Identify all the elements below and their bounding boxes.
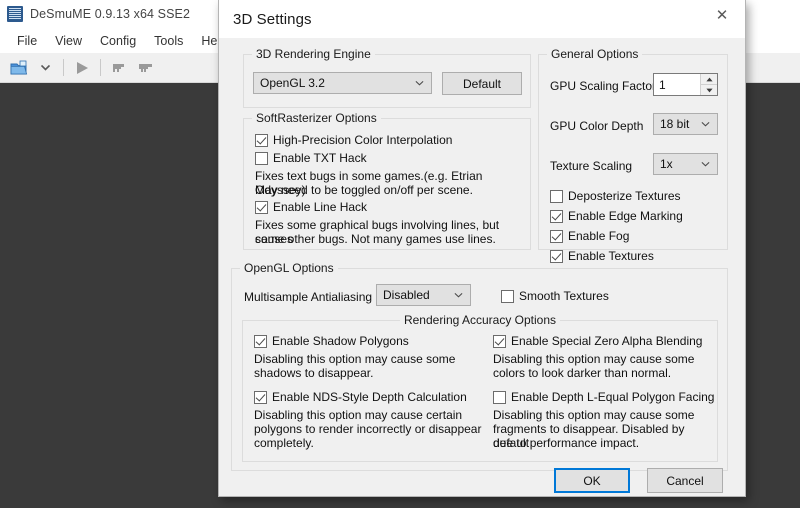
checkbox-enable-shadow-polygons[interactable]: Enable Shadow Polygons — [254, 334, 409, 348]
gpu-color-depth-label: GPU Color Depth — [550, 119, 643, 133]
chevron-down-icon — [701, 160, 710, 169]
cancel-button[interactable]: Cancel — [647, 468, 723, 493]
shadow-polygons-description-line-2: shadows to disappear. — [254, 366, 373, 380]
multisample-antialiasing-value: Disabled — [383, 288, 430, 302]
toolbar-separator — [63, 59, 64, 76]
checkbox-box[interactable] — [550, 230, 563, 243]
save-state-icon[interactable] — [106, 56, 132, 80]
checkbox-label: Smooth Textures — [519, 289, 609, 303]
stepper-arrows[interactable] — [700, 74, 717, 95]
menu-item-file[interactable]: File — [8, 30, 46, 52]
ok-button[interactable]: OK — [554, 468, 630, 493]
group-legend: General Options — [547, 47, 642, 61]
checkbox-label: Enable Line Hack — [273, 200, 367, 214]
group-legend: OpenGL Options — [240, 261, 338, 275]
checkbox-high-precision-color-interpolation[interactable]: High-Precision Color Interpolation — [255, 133, 452, 147]
group-legend: Rendering Accuracy Options — [400, 313, 560, 327]
checkbox-label: Enable Depth L-Equal Polygon Facing — [511, 390, 714, 404]
nds-depth-description-line-1: Disabling this option may cause certain — [254, 408, 462, 422]
dialog-body: 3D Rendering Engine OpenGL 3.2 Default S… — [219, 38, 745, 496]
checkbox-smooth-textures[interactable]: Smooth Textures — [501, 289, 609, 303]
checkbox-enable-fog[interactable]: Enable Fog — [550, 229, 629, 243]
depth-lequal-description-line-3: due to performance impact. — [493, 436, 639, 450]
checkbox-label: Enable TXT Hack — [273, 151, 367, 165]
rendering-engine-select[interactable]: OpenGL 3.2 — [253, 72, 432, 94]
txt-hack-description-line-2: May need to be toggled on/off per scene. — [255, 183, 473, 197]
chevron-down-icon — [701, 120, 710, 129]
stepper-up-icon[interactable] — [701, 74, 717, 85]
toolbar-separator — [100, 59, 101, 76]
group-rendering-accuracy-options: Rendering Accuracy Options Enable Shadow… — [242, 320, 718, 462]
gpu-scaling-factor-label: GPU Scaling Factor — [550, 79, 656, 93]
close-icon[interactable]: ✕ — [699, 0, 745, 30]
checkbox-deposterize-textures[interactable]: Deposterize Textures — [550, 189, 681, 203]
chevron-down-icon — [415, 79, 424, 88]
checkbox-label: Enable Special Zero Alpha Blending — [511, 334, 702, 348]
checkbox-enable-special-zero-alpha-blending[interactable]: Enable Special Zero Alpha Blending — [493, 334, 702, 348]
checkbox-box[interactable] — [255, 152, 268, 165]
nds-depth-description-line-3: completely. — [254, 436, 314, 450]
checkbox-label: Enable Textures — [568, 249, 654, 263]
multisample-antialiasing-label: Multisample Antialiasing — [244, 290, 372, 304]
checkbox-box[interactable] — [255, 201, 268, 214]
checkbox-enable-line-hack[interactable]: Enable Line Hack — [255, 200, 367, 214]
menu-item-tools[interactable]: Tools — [145, 30, 192, 52]
checkbox-box[interactable] — [493, 335, 506, 348]
checkbox-box[interactable] — [550, 210, 563, 223]
menu-item-view[interactable]: View — [46, 30, 91, 52]
group-3d-rendering-engine: 3D Rendering Engine OpenGL 3.2 Default — [243, 54, 531, 108]
checkbox-box[interactable] — [493, 391, 506, 404]
stepper-down-icon[interactable] — [701, 85, 717, 95]
chevron-down-icon — [454, 291, 463, 300]
dialog-title: 3D Settings — [233, 11, 312, 28]
default-button[interactable]: Default — [442, 72, 522, 95]
group-legend: 3D Rendering Engine — [252, 47, 375, 61]
desmume-app-icon — [7, 6, 23, 22]
load-state-icon[interactable] — [132, 56, 158, 80]
open-rom-dropdown-icon[interactable] — [32, 56, 58, 80]
multisample-antialiasing-select[interactable]: Disabled — [376, 284, 471, 306]
group-opengl-options: OpenGL Options Multisample Antialiasing … — [231, 268, 728, 471]
checkbox-enable-depth-lequal-polygon-facing[interactable]: Enable Depth L-Equal Polygon Facing — [493, 390, 714, 404]
checkbox-enable-nds-style-depth-calculation[interactable]: Enable NDS-Style Depth Calculation — [254, 390, 467, 404]
app-window-title: DeSmuME 0.9.13 x64 SSE2 — [30, 7, 190, 21]
gpu-scaling-factor-stepper[interactable]: 1 — [653, 73, 718, 96]
depth-lequal-description-line-1: Disabling this option may cause some — [493, 408, 694, 422]
nds-depth-description-line-2: polygons to render incorrectly or disapp… — [254, 422, 481, 436]
texture-scaling-value: 1x — [660, 157, 673, 171]
zero-alpha-description-line-1: Disabling this option may cause some — [493, 352, 694, 366]
dialog-titlebar: 3D Settings ✕ — [219, 0, 745, 38]
checkbox-label: Enable NDS-Style Depth Calculation — [272, 390, 467, 404]
checkbox-enable-textures[interactable]: Enable Textures — [550, 249, 654, 263]
checkbox-label: High-Precision Color Interpolation — [273, 133, 452, 147]
texture-scaling-label: Texture Scaling — [550, 159, 632, 173]
line-hack-description-line-2: some other bugs. Not many games use line… — [255, 232, 496, 246]
checkbox-enable-edge-marking[interactable]: Enable Edge Marking — [550, 209, 683, 223]
menu-item-config[interactable]: Config — [91, 30, 145, 52]
shadow-polygons-description-line-1: Disabling this option may cause some — [254, 352, 455, 366]
checkbox-box[interactable] — [501, 290, 514, 303]
group-legend: SoftRasterizer Options — [252, 111, 381, 125]
checkbox-box[interactable] — [254, 335, 267, 348]
open-rom-icon[interactable] — [6, 56, 32, 80]
checkbox-box[interactable] — [254, 391, 267, 404]
checkbox-label: Enable Edge Marking — [568, 209, 683, 223]
group-general-options: General Options GPU Scaling Factor 1 GPU… — [538, 54, 728, 250]
gpu-color-depth-select[interactable]: 18 bit — [653, 113, 718, 135]
checkbox-box[interactable] — [550, 190, 563, 203]
checkbox-box[interactable] — [255, 134, 268, 147]
checkbox-label: Enable Fog — [568, 229, 629, 243]
texture-scaling-select[interactable]: 1x — [653, 153, 718, 175]
checkbox-label: Deposterize Textures — [568, 189, 681, 203]
gpu-scaling-factor-value[interactable]: 1 — [654, 74, 700, 95]
checkbox-box[interactable] — [550, 250, 563, 263]
3d-settings-dialog: 3D Settings ✕ 3D Rendering Engine OpenGL… — [218, 0, 746, 497]
play-icon[interactable] — [69, 56, 95, 80]
zero-alpha-description-line-2: colors to look darker than normal. — [493, 366, 671, 380]
group-softrasterizer-options: SoftRasterizer Options High-Precision Co… — [243, 118, 531, 250]
checkbox-label: Enable Shadow Polygons — [272, 334, 409, 348]
rendering-engine-value: OpenGL 3.2 — [260, 76, 325, 90]
checkbox-enable-txt-hack[interactable]: Enable TXT Hack — [255, 151, 367, 165]
gpu-color-depth-value: 18 bit — [660, 117, 689, 131]
